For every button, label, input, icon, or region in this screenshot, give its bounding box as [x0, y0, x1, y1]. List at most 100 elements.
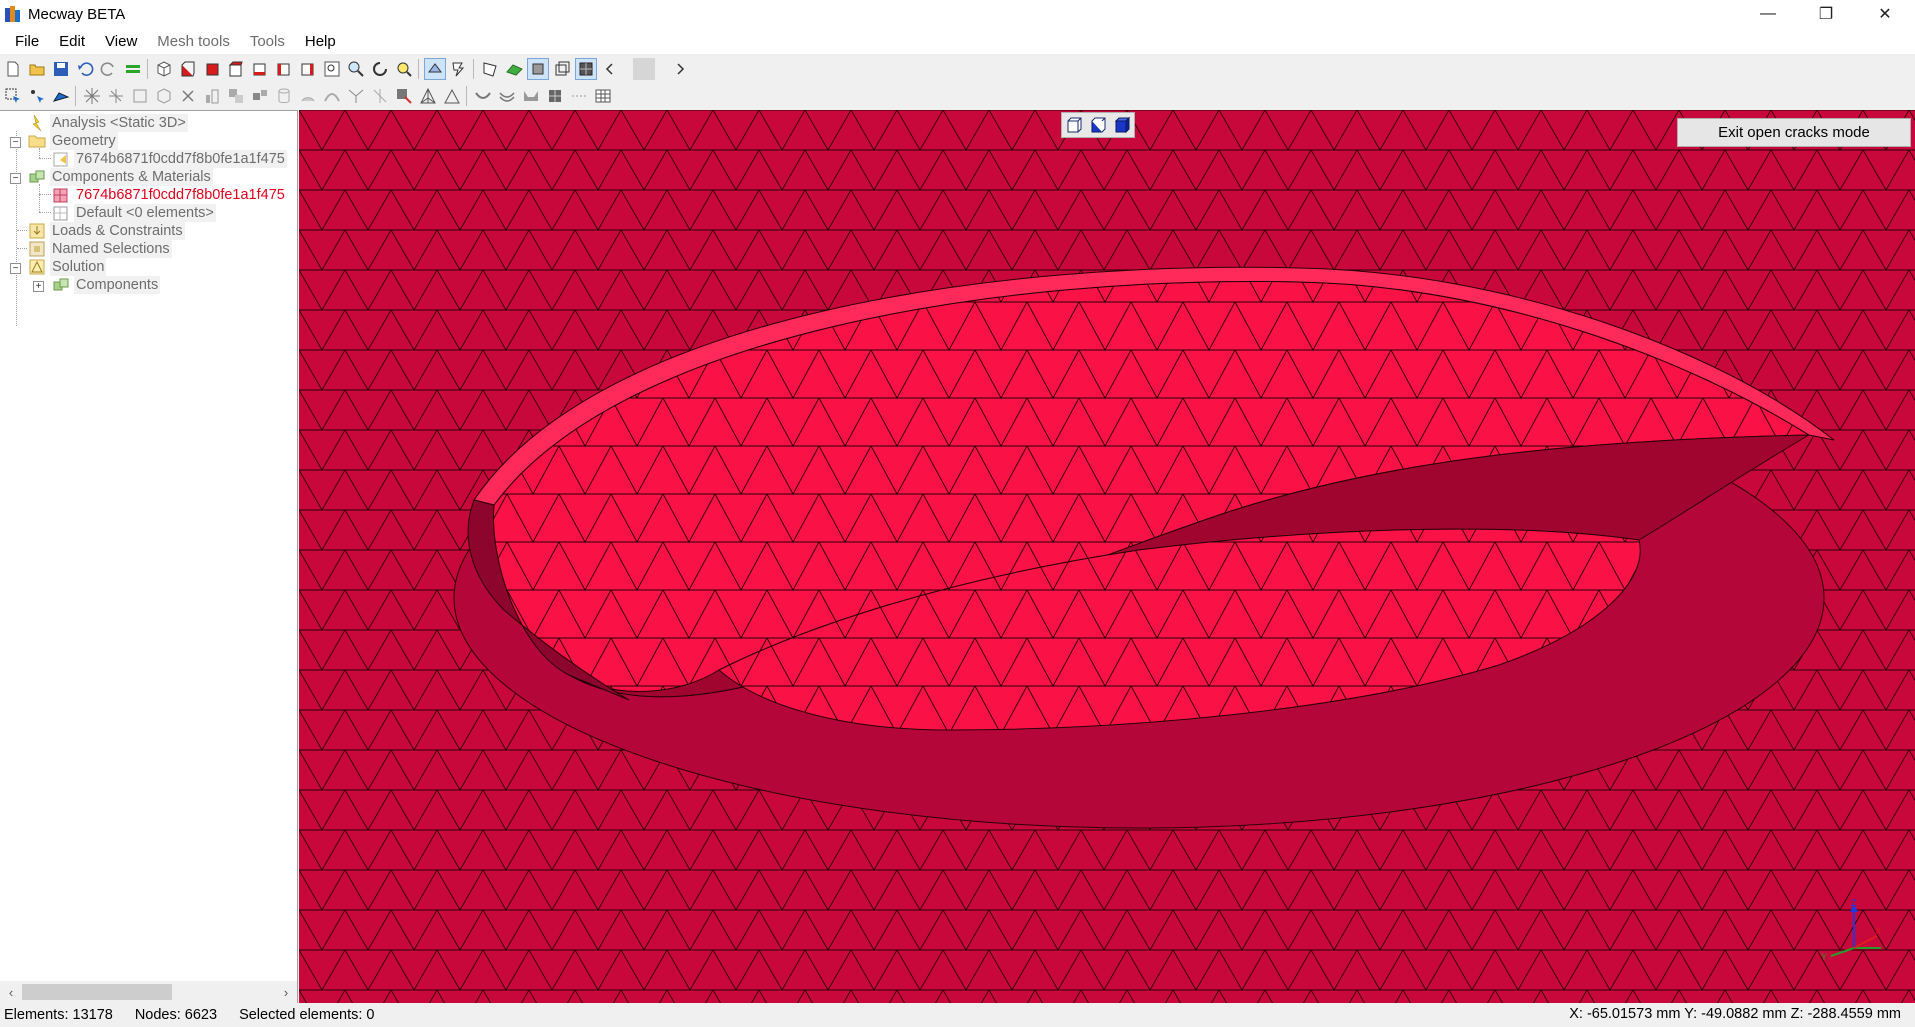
cylinder-icon[interactable]	[273, 85, 295, 107]
status-bar: Elements: 13178 Nodes: 6623 Selected ele…	[0, 1003, 1915, 1027]
tree-item-geometry-file[interactable]: 7674b6871f0cdd7f8b0fe1a1f475	[52, 149, 287, 169]
menu-file[interactable]: File	[5, 33, 49, 50]
isometric-view-icon[interactable]	[153, 58, 175, 80]
explode-icon[interactable]	[81, 85, 103, 107]
tree-label: Analysis <Static 3D>	[50, 114, 188, 132]
select-mode-dropdown-icon[interactable]	[448, 58, 470, 80]
refine-icon[interactable]	[393, 85, 415, 107]
minimize-button[interactable]: —	[1739, 0, 1797, 28]
view-bottom-icon[interactable]	[249, 58, 271, 80]
outline-tree-panel: Analysis <Static 3D> − Geometry 7674b687…	[0, 110, 298, 1003]
menu-view[interactable]: View	[95, 33, 147, 50]
view-top-icon[interactable]	[225, 58, 247, 80]
render-mode-icon[interactable]	[424, 57, 446, 80]
selected-count: Selected elements: 0	[239, 1007, 375, 1023]
select-nodes-icon[interactable]	[26, 85, 48, 107]
redo-icon[interactable]	[98, 58, 120, 80]
menu-tools[interactable]: Tools	[240, 33, 295, 50]
view-left-icon[interactable]	[273, 58, 295, 80]
tree-guide-line	[39, 158, 51, 159]
mesh-block-icon[interactable]	[544, 85, 566, 107]
tree-item-geometry[interactable]: Geometry	[28, 131, 118, 151]
solid-cube-icon[interactable]	[527, 57, 549, 80]
toolbar-separator	[147, 58, 148, 79]
shell-icon[interactable]	[472, 85, 494, 107]
wireframe-icon[interactable]	[479, 58, 501, 80]
extrude-icon[interactable]	[201, 85, 223, 107]
mesh-render[interactable]	[299, 110, 1915, 1003]
scroll-right-arrow-icon[interactable]: ›	[275, 985, 297, 1000]
tree-label: Default <0 elements>	[74, 204, 216, 222]
close-button[interactable]: ✕	[1856, 0, 1914, 28]
tree-item-named-selections[interactable]: Named Selections	[28, 239, 172, 259]
save-icon[interactable]	[50, 58, 72, 80]
scroll-left-arrow-icon[interactable]: ‹	[0, 985, 22, 1000]
tree-guide-line	[39, 212, 51, 213]
tree-item-component-part[interactable]: 7674b6871f0cdd7f8b0fe1a1f475	[52, 185, 287, 205]
scroll-left-icon[interactable]	[599, 58, 621, 80]
split-icon[interactable]	[369, 85, 391, 107]
loads-icon	[28, 222, 46, 240]
revolve-icon[interactable]	[297, 85, 319, 107]
tree-item-default-component[interactable]: Default <0 elements>	[52, 203, 216, 223]
sweep-icon[interactable]	[321, 85, 343, 107]
scroll-right-icon[interactable]	[669, 58, 691, 80]
rotate-icon[interactable]	[369, 58, 391, 80]
select-elements-icon[interactable]	[2, 85, 24, 107]
table-icon[interactable]	[592, 85, 614, 107]
menu-edit[interactable]: Edit	[49, 33, 95, 50]
tree-item-analysis[interactable]: Analysis <Static 3D>	[28, 113, 188, 133]
collapse-toggle[interactable]: −	[10, 263, 21, 274]
toolbar-blank-slot	[633, 57, 655, 80]
select-faces-icon[interactable]	[50, 85, 72, 107]
move-icon[interactable]	[249, 85, 271, 107]
tree-item-solution-components[interactable]: Components	[52, 275, 161, 295]
triangle-icon[interactable]	[441, 85, 463, 107]
node-tool-icon[interactable]	[105, 85, 127, 107]
open-file-icon[interactable]	[26, 58, 48, 80]
zoom-selection-icon[interactable]	[393, 58, 415, 80]
zoom-icon[interactable]	[345, 58, 367, 80]
tree-horizontal-scrollbar[interactable]: ‹ ›	[0, 981, 297, 1003]
scroll-thumb[interactable]	[22, 984, 172, 1000]
model-viewport[interactable]: Exit open cracks mode X Y Z	[299, 110, 1915, 1003]
view-front-icon[interactable]	[177, 58, 199, 80]
view-cube-half-icon[interactable]	[1088, 115, 1108, 135]
tetra-icon[interactable]	[417, 85, 439, 107]
tree-guide-line	[39, 194, 51, 195]
tree-item-loads[interactable]: Loads & Constraints	[28, 221, 185, 241]
scroll-track[interactable]	[22, 983, 275, 1001]
shell-offset-icon[interactable]	[496, 85, 518, 107]
view-right-icon[interactable]	[297, 58, 319, 80]
delete-icon[interactable]	[177, 85, 199, 107]
copy-icon[interactable]	[225, 85, 247, 107]
view-cube-wire-icon[interactable]	[1064, 115, 1084, 135]
collapse-toggle[interactable]: −	[10, 173, 21, 184]
menu-mesh-tools[interactable]: Mesh tools	[147, 33, 240, 50]
view-cube-solid-icon[interactable]	[1112, 115, 1132, 135]
maximize-button[interactable]: ❐	[1797, 0, 1855, 28]
view-back-icon[interactable]	[201, 58, 223, 80]
more-tools-icon[interactable]	[568, 85, 590, 107]
transparent-cube-icon[interactable]	[551, 58, 573, 80]
shaded-icon[interactable]	[503, 58, 525, 80]
exit-open-cracks-button[interactable]: Exit open cracks mode	[1677, 118, 1911, 147]
menu-help[interactable]: Help	[295, 33, 346, 50]
node-count: Nodes: 6623	[134, 1007, 218, 1023]
fillet-icon[interactable]	[520, 85, 542, 107]
new-file-icon[interactable]	[2, 58, 24, 80]
expand-toggle[interactable]: +	[33, 281, 44, 292]
square-tool-icon[interactable]	[129, 85, 151, 107]
zoom-fit-icon[interactable]	[321, 58, 343, 80]
cube-tool-icon[interactable]	[153, 85, 175, 107]
components-icon	[52, 276, 70, 294]
tree-item-components[interactable]: Components & Materials	[28, 167, 213, 187]
collapse-toggle[interactable]: −	[10, 137, 21, 148]
solve-icon[interactable]	[122, 58, 144, 80]
merge-nodes-icon[interactable]	[345, 85, 367, 107]
tree-item-solution[interactable]: Solution	[28, 257, 107, 277]
tree-guide-line	[39, 184, 40, 212]
named-selection-icon	[28, 240, 46, 258]
mesh-display-icon[interactable]	[575, 57, 597, 80]
undo-icon[interactable]	[74, 58, 96, 80]
